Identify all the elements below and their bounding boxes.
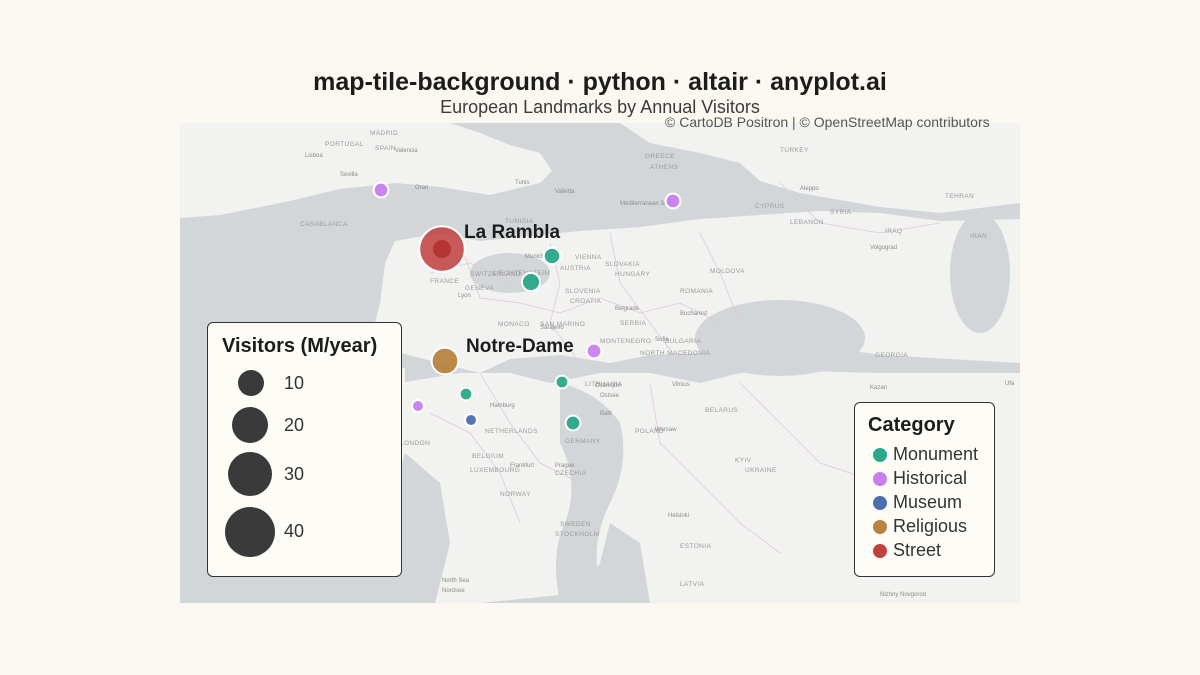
size-legend-dot [238, 370, 264, 396]
landmark-point[interactable] [542, 246, 562, 266]
callout-notre-dame: Notre-Dame [466, 336, 574, 357]
landmark-point[interactable] [430, 346, 460, 376]
size-legend-label: 20 [284, 415, 305, 435]
size-legend-item-40: 40 [208, 507, 398, 557]
category-swatch [873, 448, 887, 462]
category-legend: Category Monument Historical Museum Reli… [854, 402, 995, 577]
landmark-point[interactable] [664, 192, 682, 210]
size-legend-item-20: 20 [208, 407, 398, 443]
category-swatch [873, 472, 887, 486]
landmark-point[interactable] [458, 386, 474, 402]
category-label: Religious [893, 516, 968, 536]
category-swatch [873, 520, 887, 534]
landmark-point[interactable] [411, 399, 425, 413]
size-legend-title: Visitors (M/year) [222, 335, 378, 357]
size-legend: Visitors (M/year) 10 20 30 40 [207, 322, 402, 577]
size-legend-dot [228, 452, 272, 496]
chart-title: map-tile-background · python · altair · … [313, 68, 887, 96]
landmark-point[interactable] [564, 414, 582, 432]
size-legend-dot [225, 507, 275, 557]
category-legend-title: Category [868, 414, 955, 436]
landmark-point[interactable] [372, 181, 390, 199]
landmark-point[interactable] [464, 413, 478, 427]
landmark-point[interactable] [520, 271, 542, 293]
size-legend-item-30: 30 [208, 452, 398, 496]
size-legend-label: 10 [284, 373, 305, 393]
category-swatch [873, 496, 887, 510]
category-label: Historical [893, 468, 968, 488]
map-attribution: © CartoDB Positron | © OpenStreetMap con… [665, 114, 990, 130]
size-legend-label: 30 [284, 464, 305, 484]
chart-subtitle: European Landmarks by Annual Visitors [440, 97, 760, 117]
category-swatch [873, 544, 887, 558]
category-label: Museum [893, 492, 963, 512]
category-label: Street [893, 540, 942, 560]
size-legend-label: 40 [284, 521, 305, 541]
size-legend-dot [232, 407, 268, 443]
landmark-point[interactable] [585, 342, 603, 360]
size-legend-item-10: 10 [208, 370, 398, 396]
landmark-point-core [433, 240, 451, 258]
callout-la-rambla: La Rambla [464, 222, 561, 243]
category-label: Monument [893, 444, 979, 464]
landmark-point[interactable] [554, 374, 570, 390]
